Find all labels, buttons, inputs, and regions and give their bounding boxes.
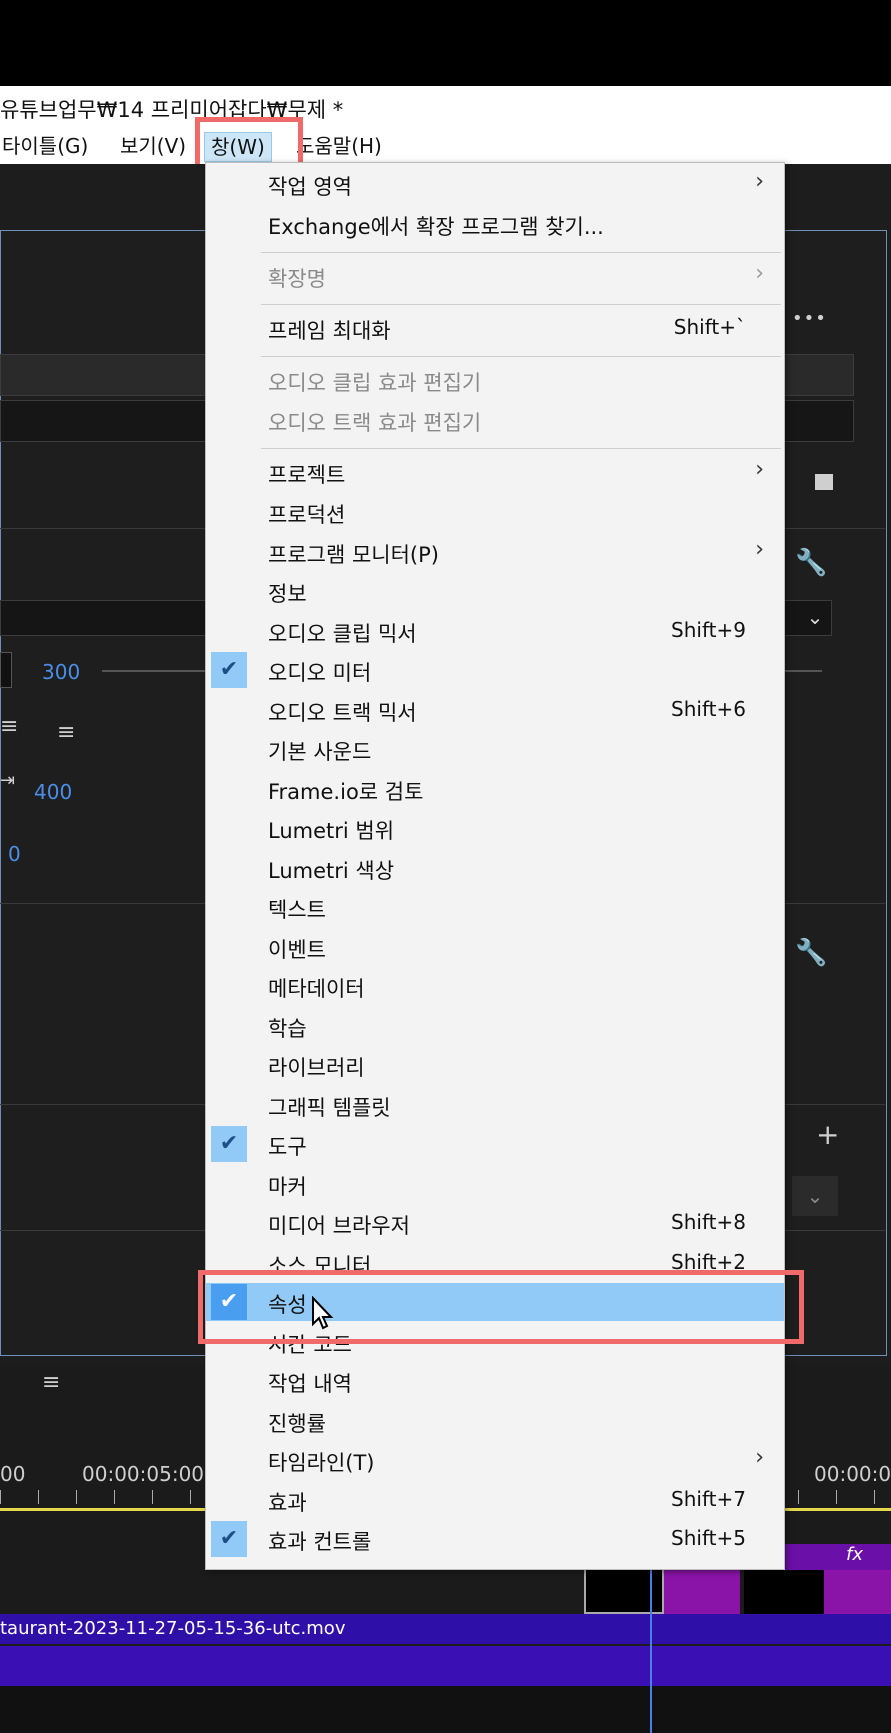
more-options-icon[interactable]: ••• [792, 308, 827, 329]
timecode-left: 00 [0, 1462, 26, 1486]
menu-separator [261, 356, 781, 357]
menu-help[interactable]: 도움말(H) [290, 132, 388, 160]
menu-item-effects[interactable]: 효과 Shift+7 [206, 1481, 784, 1519]
checkmark-icon: ✔ [211, 1126, 247, 1162]
menu-item-progress[interactable]: 진행률 [206, 1402, 784, 1440]
wrench-icon[interactable]: 🔧 [795, 548, 827, 578]
mouse-cursor-icon [312, 1296, 334, 1330]
timeline-bottom [0, 1686, 891, 1733]
align-icon[interactable]: ≡ [0, 714, 18, 739]
menu-item-media-browser[interactable]: 미디어 브라우저 Shift+8 [206, 1204, 784, 1242]
selected-item-highlight [198, 1270, 804, 1344]
clip-name: taurant-2023-11-27-05-15-36-utc.mov [0, 1618, 346, 1639]
menu-title[interactable]: 타이틀(G) [0, 132, 94, 160]
timecode-right: 00:00:0 [814, 1462, 891, 1486]
number-field[interactable] [0, 652, 12, 688]
menu-item-program-monitor[interactable]: 프로그램 모니터(P) › [206, 533, 784, 571]
chevron-down-icon[interactable]: ⌄ [798, 600, 832, 634]
menu-item-tools[interactable]: ✔ 도구 [206, 1125, 784, 1163]
fx-badge[interactable]: fx [846, 1544, 863, 1565]
menu-item-text[interactable]: 텍스트 [206, 888, 784, 926]
menu-item-events[interactable]: 이벤트 [206, 928, 784, 966]
menu-item-markers[interactable]: 마커 [206, 1165, 784, 1203]
fx-strip [784, 1544, 891, 1570]
checkmark-icon: ✔ [211, 652, 247, 688]
chevron-right-icon: › [755, 169, 764, 194]
value-0[interactable]: 0 [8, 842, 21, 866]
menu-item-production[interactable]: 프로덕션 [206, 493, 784, 531]
value-400[interactable]: 400 [34, 780, 72, 804]
menu-view[interactable]: 보기(V) [114, 132, 192, 160]
menu-item-audio-clip-effect-editor: 오디오 클립 효과 편집기 [268, 371, 482, 395]
menu-item-history[interactable]: 작업 내역 [206, 1362, 784, 1400]
window-dropdown-menu: 작업 영역 › Exchange에서 확장 프로그램 찾기... 확장명 › 프레임… [205, 162, 785, 1570]
menu-item-effect-controls[interactable]: ✔ 효과 컨트롤 Shift+5 [206, 1520, 784, 1558]
menu-separator [261, 252, 781, 253]
menu-lines-icon[interactable]: ≡ [57, 720, 75, 745]
menu-item-project[interactable]: 프로젝트 › [206, 453, 784, 491]
value-300[interactable]: 300 [42, 660, 80, 684]
timecode-mid: 00:00:05:00 [82, 1462, 205, 1486]
menu-separator [261, 304, 781, 305]
menu-item-workspace[interactable]: 작업 영역 › [206, 165, 784, 203]
chevron-down-icon-2[interactable]: ⌄ [792, 1176, 838, 1216]
menu-item-lumetri-color[interactable]: Lumetri 색상 [206, 849, 784, 887]
menu-item-timelines[interactable]: 타임라인(T) › [206, 1441, 784, 1479]
chevron-right-icon: › [755, 537, 764, 562]
menu-item-audio-track-mixer[interactable]: 오디오 트랙 믹서 Shift+6 [206, 691, 784, 729]
menu-item-lumetri-scopes[interactable]: Lumetri 범위 [206, 809, 784, 847]
chevron-right-icon: › [755, 261, 764, 286]
menu-item-extensions: 확장명 › [268, 261, 764, 291]
menu-item-audio-track-effect-editor: 오디오 트랙 효과 편집기 [268, 411, 482, 435]
timeline-menu-icon[interactable]: ≡ [42, 1370, 60, 1395]
menu-separator [261, 448, 781, 449]
wrench-icon-2[interactable]: 🔧 [795, 938, 827, 968]
menu-item-maximize-frame[interactable]: 프레임 최대화 Shift+` [206, 309, 784, 347]
menu-item-info[interactable]: 정보 [206, 572, 784, 610]
menu-item-audio-clip-mixer[interactable]: 오디오 클립 믹서 Shift+9 [206, 612, 784, 650]
menu-item-learn[interactable]: 학습 [206, 1007, 784, 1045]
chevron-right-icon: › [755, 1445, 764, 1470]
menu-item-essential-sound[interactable]: 기본 사운드 [206, 730, 784, 768]
video-clip-track[interactable] [0, 1646, 891, 1686]
checkmark-icon: ✔ [211, 1521, 247, 1557]
page-icon [815, 474, 833, 490]
video-clip[interactable]: taurant-2023-11-27-05-15-36-utc.mov [0, 1614, 891, 1644]
menu-item-graphic-templates[interactable]: 그래픽 템플릿 [206, 1086, 784, 1124]
tab-stop-icon[interactable]: ⇥ [0, 770, 15, 791]
menu-item-audio-meter[interactable]: ✔ 오디오 미터 [206, 651, 784, 689]
menu-bar: 타이틀(G) 보기(V) 창(W) 도움말(H) [0, 126, 891, 164]
chevron-right-icon: › [755, 457, 764, 482]
top-black-area [0, 0, 891, 86]
menu-item-frameio-review[interactable]: Frame.io로 검토 [206, 770, 784, 808]
plus-icon[interactable]: + [816, 1118, 839, 1151]
menu-item-libraries[interactable]: 라이브러리 [206, 1046, 784, 1084]
title-bar: 유튜브업무₩14 프리미어잡다₩무제 * [0, 86, 891, 126]
menu-item-metadata[interactable]: 메타데이터 [206, 967, 784, 1005]
menu-item-exchange[interactable]: Exchange에서 확장 프로그램 찾기... [206, 205, 784, 243]
